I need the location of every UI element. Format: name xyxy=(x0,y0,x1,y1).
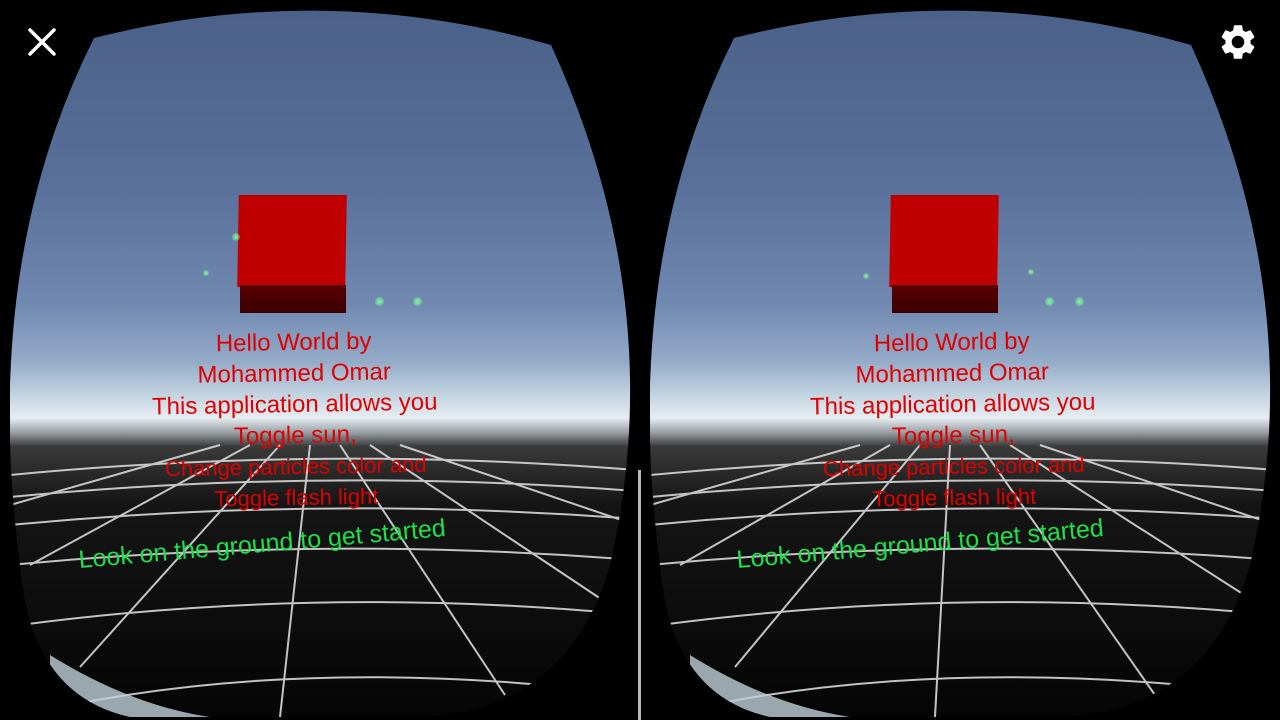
red-cube[interactable] xyxy=(238,195,346,315)
info-line: This application allows you xyxy=(809,388,1096,421)
particle xyxy=(413,297,422,306)
lens-viewport: Hello World by Mohammed Omar This applic… xyxy=(650,5,1276,717)
particle xyxy=(863,273,869,279)
left-eye-view: Hello World by Mohammed Omar This applic… xyxy=(0,0,640,720)
particle xyxy=(232,233,240,241)
info-line: This application allows you xyxy=(151,388,438,421)
particle xyxy=(1045,297,1054,306)
lens-viewport: Hello World by Mohammed Omar This applic… xyxy=(10,5,636,717)
right-eye-view: Hello World by Mohammed Omar This applic… xyxy=(640,0,1280,720)
red-cube[interactable] xyxy=(890,195,998,315)
eye-divider xyxy=(638,470,641,720)
info-text: Hello World by Mohammed Omar This applic… xyxy=(118,324,471,516)
particle xyxy=(1028,269,1034,275)
info-line: Change particles color and xyxy=(164,451,427,482)
particle xyxy=(1075,297,1084,306)
info-text: Hello World by Mohammed Omar This applic… xyxy=(776,324,1129,516)
info-line: Toggle flash light xyxy=(214,483,379,512)
particle xyxy=(203,270,209,276)
particle xyxy=(375,297,384,306)
info-line: Toggle flash light xyxy=(872,483,1037,512)
info-line: Change particles color and xyxy=(822,451,1085,482)
